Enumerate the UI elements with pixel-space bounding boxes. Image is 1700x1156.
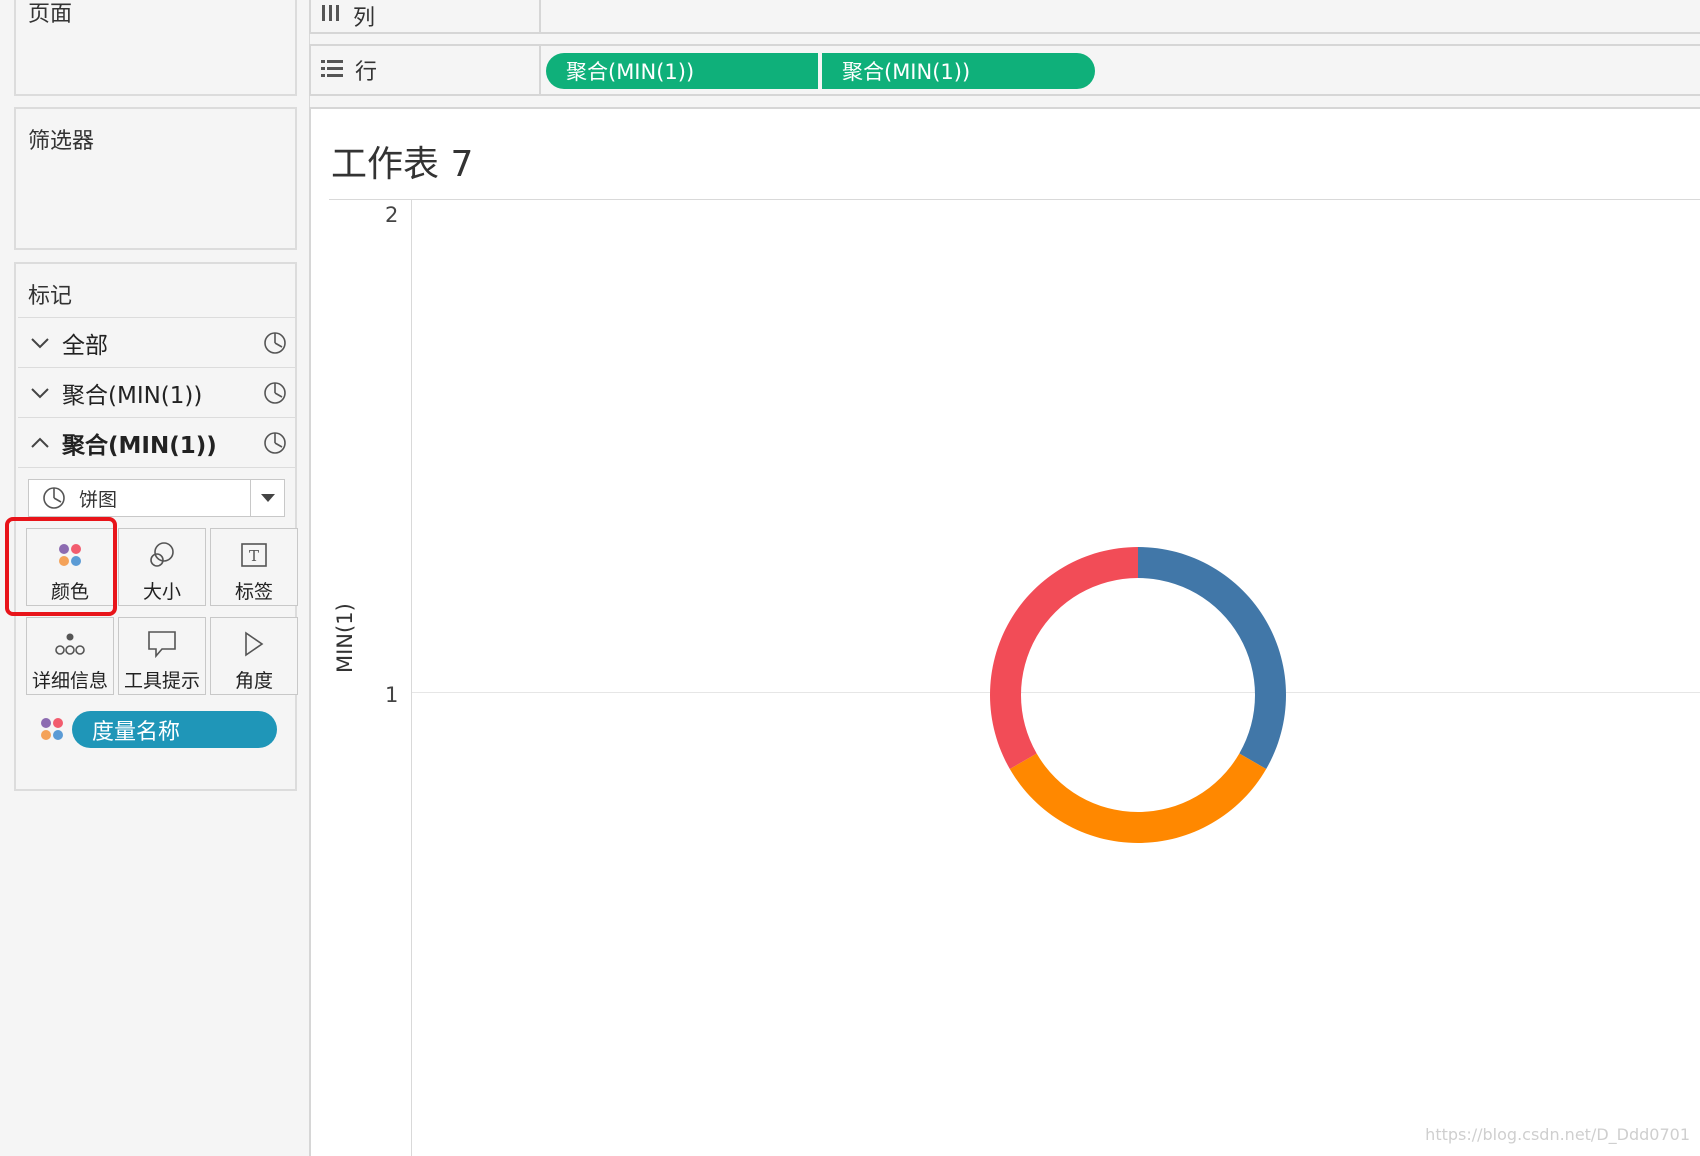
y-axis-line — [411, 200, 412, 1156]
pie-chart-icon — [29, 486, 79, 510]
columns-shelf[interactable]: 列 — [309, 0, 1700, 34]
label-button[interactable]: T 标签 — [210, 528, 298, 606]
chevron-up-icon[interactable] — [18, 437, 62, 449]
measure-names-pill[interactable]: 度量名称 — [72, 711, 277, 748]
marks-row-agg-2[interactable]: 聚合(MIN(1)) — [18, 418, 297, 468]
rows-shelf-header: 行 — [311, 46, 541, 94]
marks-row-all[interactable]: 全部 — [18, 318, 297, 368]
size-icon — [147, 533, 177, 577]
tooltip-label: 工具提示 — [123, 670, 200, 692]
marks-row-label: 聚合(MIN(1)) — [62, 432, 217, 459]
row-pill-2[interactable]: 聚合(MIN(1)) — [822, 53, 1095, 89]
angle-icon — [241, 622, 267, 666]
marks-title: 标记 — [28, 284, 73, 309]
pages-title: 页面 — [28, 2, 73, 27]
columns-label: 列 — [353, 6, 376, 31]
sheet-title: 工作表 7 — [331, 144, 474, 185]
pie-chart[interactable] — [983, 540, 1293, 850]
size-label: 大小 — [142, 581, 181, 603]
text-label-icon: T — [240, 533, 268, 577]
detail-button[interactable]: 详细信息 — [26, 617, 114, 695]
pie-slice-2[interactable] — [1009, 753, 1267, 844]
mark-type-label: 饼图 — [79, 488, 118, 511]
pie-slice-1[interactable] — [1138, 547, 1286, 769]
tooltip-button[interactable]: 工具提示 — [118, 617, 206, 695]
detail-label: 详细信息 — [31, 670, 108, 692]
rows-shelf[interactable]: 行 聚合(MIN(1)) 聚合(MIN(1)) — [309, 44, 1700, 96]
pages-card: 页面 — [14, 0, 297, 96]
y-axis-title: MIN(1) — [333, 603, 357, 673]
columns-shelf-header: 列 — [311, 0, 541, 32]
pie-chart-icon — [253, 331, 297, 355]
filters-title: 筛选器 — [28, 129, 95, 154]
pie-chart-icon — [253, 381, 297, 405]
svg-text:T: T — [249, 547, 259, 565]
detail-icon — [54, 622, 86, 666]
marks-row-agg-1[interactable]: 聚合(MIN(1)) — [18, 368, 297, 418]
marks-row-label: 聚合(MIN(1)) — [62, 382, 203, 409]
row-pill-1[interactable]: 聚合(MIN(1)) — [546, 53, 818, 89]
caret-down-icon[interactable] — [250, 480, 284, 516]
angle-button[interactable]: 角度 — [210, 617, 298, 695]
marks-row-label: 全部 — [62, 332, 108, 359]
columns-icon — [321, 5, 341, 27]
worksheet-canvas[interactable]: 工作表 7 2 1 MIN(1) https://blog.csdn.net/D… — [309, 107, 1700, 1156]
pie-chart-icon — [253, 431, 297, 455]
color-highlight-box — [5, 517, 117, 616]
color-field-icon — [38, 715, 66, 747]
watermark: https://blog.csdn.net/D_Ddd0701 — [1425, 1125, 1690, 1144]
rows-icon — [321, 59, 343, 81]
filters-card[interactable]: 筛选器 — [14, 107, 297, 250]
size-button[interactable]: 大小 — [118, 528, 206, 606]
mark-type-select[interactable]: 饼图 — [28, 479, 285, 517]
label-label: 标签 — [234, 581, 273, 603]
tooltip-icon — [147, 622, 177, 666]
angle-label: 角度 — [234, 670, 273, 692]
chevron-down-icon[interactable] — [18, 337, 62, 349]
rows-label: 行 — [355, 60, 378, 85]
chevron-down-icon[interactable] — [18, 387, 62, 399]
pie-slice-3[interactable] — [990, 547, 1138, 769]
title-divider — [329, 199, 1700, 200]
y-tick-label: 2 — [385, 203, 399, 227]
y-tick-label: 1 — [385, 683, 399, 707]
